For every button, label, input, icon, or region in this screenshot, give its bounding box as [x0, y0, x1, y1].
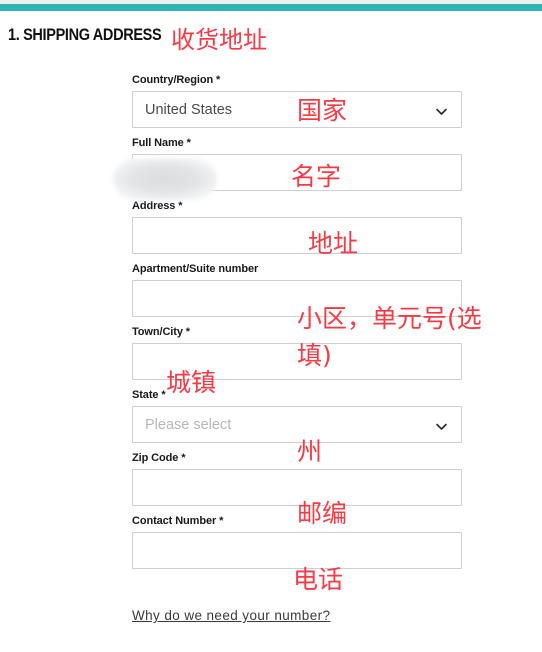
why-do-we-need-your-number-link[interactable]: Why do we need your number? — [132, 608, 330, 623]
field-group-address: Address * — [132, 200, 462, 254]
field-value-country: United States — [145, 102, 233, 118]
input-address[interactable] — [132, 217, 462, 254]
teal-accent-bar — [0, 4, 542, 11]
annotation-full-name: 名字 — [291, 162, 342, 191]
annotation-state: 州 — [297, 437, 323, 466]
annotation-section-title: 收货地址 — [171, 26, 267, 54]
full-name-redaction-blob — [113, 158, 217, 200]
chevron-down-icon[interactable] — [435, 420, 448, 433]
annotation-contact-number: 电话 — [293, 565, 344, 594]
field-value-state: Please select — [145, 417, 232, 433]
chevron-down-icon[interactable] — [435, 105, 448, 118]
annotation-apartment: 小区，单元号(选 填) — [297, 304, 482, 370]
annotation-town-city: 城镇 — [166, 368, 217, 397]
field-label-full_name: Full Name * — [132, 137, 191, 149]
annotation-zip-code: 邮编 — [297, 499, 348, 528]
field-label-address: Address * — [132, 200, 183, 212]
input-contact_number[interactable] — [132, 532, 462, 569]
field-group-state: State * Please select — [132, 389, 462, 443]
page-title: 1. SHIPPING ADDRESS — [8, 26, 162, 44]
annotation-address: 地址 — [308, 229, 359, 258]
field-label-apartment: Apartment/Suite number — [132, 263, 259, 275]
field-label-country: Country/Region * — [132, 74, 221, 86]
annotation-country: 国家 — [297, 96, 348, 125]
